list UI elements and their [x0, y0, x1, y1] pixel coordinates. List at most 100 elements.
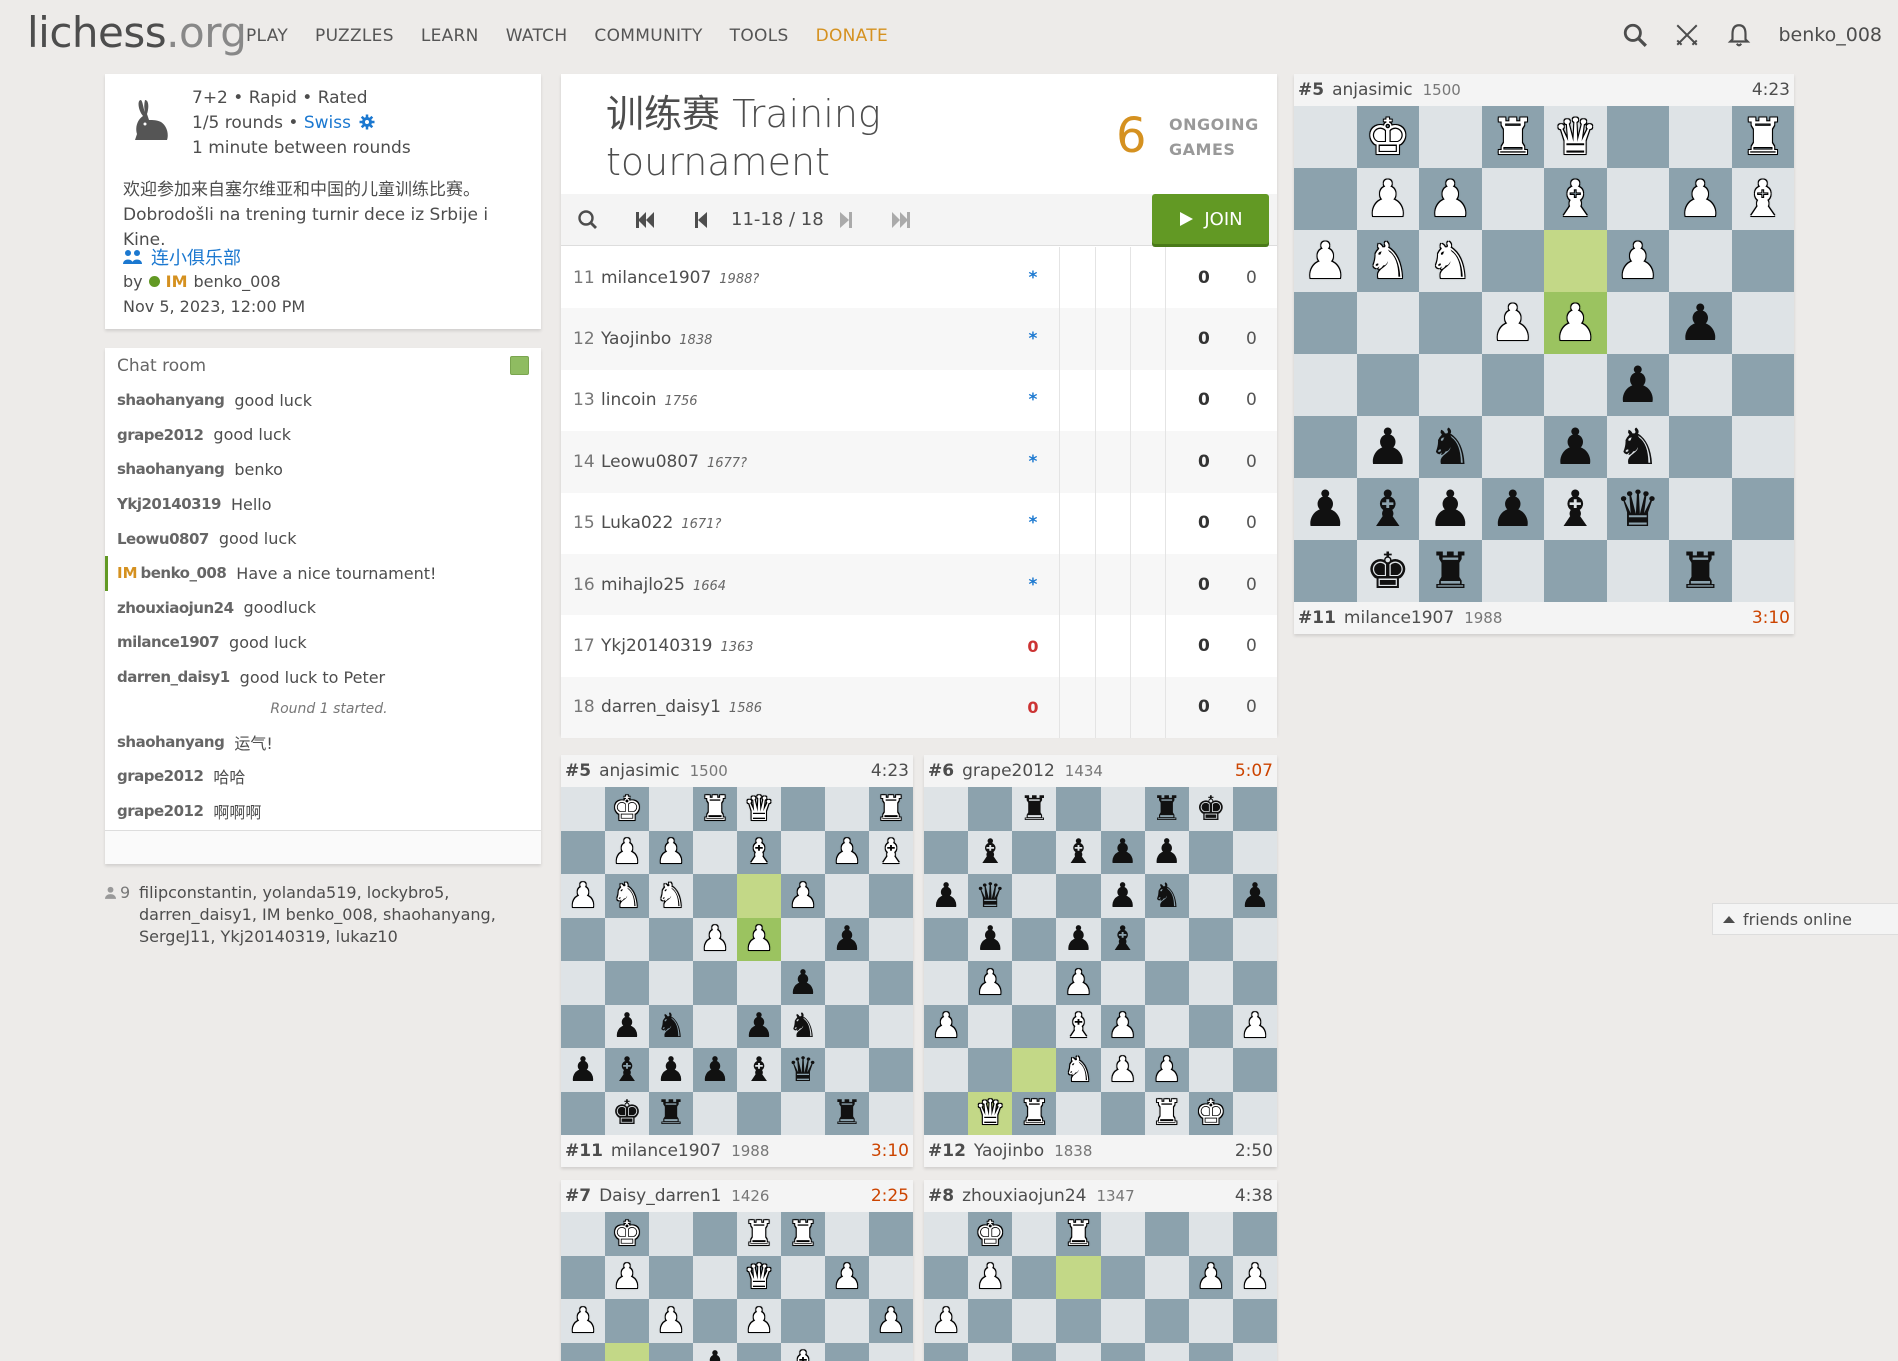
board-square[interactable]: ♚: [968, 1212, 1013, 1256]
player-name[interactable]: mihajlo25: [601, 575, 685, 595]
chat-username[interactable]: benko_008: [141, 564, 227, 582]
board-square[interactable]: ♟: [781, 961, 825, 1005]
white-pawn-icon[interactable]: ♟: [744, 1304, 774, 1338]
white-pawn-icon[interactable]: ♟: [568, 1304, 598, 1338]
board-square[interactable]: [1188, 1342, 1233, 1361]
black-king-icon[interactable]: ♚: [1365, 546, 1410, 596]
game-card[interactable]: #6 grape2012 1434 5:07 ♜ ♜ ♚ ♝ ♝ ♟ ♟ ♟ ♛ ♟ ♞ ♟ ♟ ♟ ♝ ♟ ♟…: [924, 755, 1277, 1167]
board-square[interactable]: [781, 1255, 825, 1299]
board-square[interactable]: [924, 1212, 969, 1256]
nav-community[interactable]: COMMUNITY: [594, 26, 702, 46]
white-pawn-icon[interactable]: ♟: [1490, 298, 1535, 348]
board-square[interactable]: [1056, 874, 1101, 918]
board-square[interactable]: [1056, 1299, 1101, 1343]
standings-row[interactable]: 13 lincoin 1756 * 0 0: [561, 369, 1277, 432]
gear-icon[interactable]: [359, 114, 375, 130]
white-pawn-icon[interactable]: ♟: [1240, 1009, 1270, 1043]
first-page-icon[interactable]: [633, 208, 657, 232]
black-knight-icon[interactable]: ♞: [656, 1009, 686, 1043]
board-square[interactable]: ♟: [693, 1342, 737, 1361]
board-square[interactable]: ♟: [1232, 1255, 1277, 1299]
player-name[interactable]: Luka022: [601, 513, 673, 533]
board-square[interactable]: ♟: [1544, 416, 1607, 478]
nav-learn[interactable]: LEARN: [421, 26, 479, 46]
board-square[interactable]: [737, 1342, 781, 1361]
board-square[interactable]: [869, 1091, 913, 1135]
board-square[interactable]: [1294, 354, 1357, 416]
white-pawn-icon[interactable]: ♟: [1107, 1009, 1137, 1043]
standings-row[interactable]: 16 mihajlo25 1664 * 0 0: [561, 553, 1277, 616]
white-pawn-icon[interactable]: ♟: [832, 835, 862, 869]
standings-row[interactable]: 12 Yaojinbo 1838 * 0 0: [561, 308, 1277, 370]
board-square[interactable]: [1100, 1212, 1145, 1256]
board-square[interactable]: [1232, 1091, 1277, 1135]
board-square[interactable]: ♟: [924, 1004, 969, 1048]
player-name[interactable]: milance1907: [1344, 608, 1454, 628]
board-square[interactable]: [1012, 1342, 1057, 1361]
board-square[interactable]: ♛: [968, 1091, 1013, 1135]
board-square[interactable]: ♝: [737, 1048, 781, 1092]
board-square[interactable]: [1669, 106, 1732, 168]
board-square[interactable]: [605, 1299, 649, 1343]
white-knight-icon[interactable]: ♞: [1428, 236, 1473, 286]
white-bishop-icon[interactable]: ♝: [1553, 174, 1598, 224]
board-square[interactable]: [1232, 917, 1277, 961]
board-square[interactable]: [1012, 1255, 1057, 1299]
white-pawn-icon[interactable]: ♟: [700, 922, 730, 956]
board-square[interactable]: [825, 1004, 869, 1048]
black-rook-icon[interactable]: ♜: [656, 1096, 686, 1130]
board-square[interactable]: ♟: [1144, 830, 1189, 874]
board-square[interactable]: ♜: [737, 1212, 781, 1256]
board-square[interactable]: ♟: [1294, 478, 1357, 540]
board-square[interactable]: ♟: [1100, 1048, 1145, 1092]
white-pawn-icon[interactable]: ♟: [612, 835, 642, 869]
board-square[interactable]: ♞: [649, 1004, 693, 1048]
board-square[interactable]: ♟: [924, 874, 969, 918]
white-rook-icon[interactable]: ♜: [788, 1217, 818, 1251]
board-square[interactable]: ♜: [1481, 106, 1544, 168]
white-knight-icon[interactable]: ♞: [656, 879, 686, 913]
board-square[interactable]: [1481, 416, 1544, 478]
player-name[interactable]: anjasimic: [1332, 80, 1413, 100]
board-square[interactable]: ♜: [1144, 1091, 1189, 1135]
player-name[interactable]: grape2012: [962, 761, 1055, 781]
board-square[interactable]: ♟: [1481, 292, 1544, 354]
black-pawn-icon[interactable]: ♟: [1151, 835, 1181, 869]
board-square[interactable]: ♝: [968, 830, 1013, 874]
nav-play[interactable]: PLAY: [246, 26, 288, 46]
board-square[interactable]: ♟: [1232, 874, 1277, 918]
board-square[interactable]: [1056, 787, 1101, 831]
board-square[interactable]: ♞: [605, 874, 649, 918]
friends-online[interactable]: friends online: [1712, 903, 1898, 935]
board-square[interactable]: [924, 1342, 969, 1361]
crossed-swords-icon[interactable]: [1674, 22, 1700, 48]
board-square[interactable]: [1544, 354, 1607, 416]
board-square[interactable]: ♟: [737, 1004, 781, 1048]
black-pawn-icon[interactable]: ♟: [1107, 879, 1137, 913]
board-square[interactable]: [825, 1299, 869, 1343]
board-square[interactable]: [1731, 354, 1794, 416]
board-square[interactable]: [781, 1299, 825, 1343]
board-square[interactable]: [649, 961, 693, 1005]
chat-username[interactable]: shaohanyang: [117, 391, 225, 409]
nav-puzzles[interactable]: PUZZLES: [315, 26, 394, 46]
board-square[interactable]: ♟: [605, 1004, 649, 1048]
board-square[interactable]: [649, 1255, 693, 1299]
board-square[interactable]: ♜: [649, 1091, 693, 1135]
chess-board[interactable]: ♚ ♜ ♛ ♜ ♟ ♟ ♝ ♟ ♝ ♟ ♞ ♞ ♟ ♟ ♟ ♟ ♟ ♟ ♞ ♟ ♞ ♟ ♝ ♟ ♟ ♝ ♛ ♚ ♜ ♜: [561, 787, 913, 1135]
board-square[interactable]: ♝: [1544, 478, 1607, 540]
board-square[interactable]: ♟: [1481, 478, 1544, 540]
white-pawn-icon[interactable]: ♟: [975, 1260, 1005, 1294]
board-square[interactable]: [1100, 1091, 1145, 1135]
chat-username[interactable]: darren_daisy1: [117, 668, 230, 686]
board-square[interactable]: ♟: [605, 1255, 649, 1299]
black-king-icon[interactable]: ♚: [612, 1096, 642, 1130]
board-square[interactable]: [1294, 540, 1357, 602]
board-square[interactable]: [1012, 1212, 1057, 1256]
board-square[interactable]: ♚: [1188, 1091, 1233, 1135]
black-knight-icon[interactable]: ♞: [1615, 422, 1660, 472]
player[interactable]: lincoin 1756: [601, 390, 698, 410]
board-square[interactable]: ♟: [1056, 961, 1101, 1005]
player[interactable]: mihajlo25 1664: [601, 575, 726, 595]
chat-username[interactable]: zhouxiaojun24: [117, 599, 234, 617]
